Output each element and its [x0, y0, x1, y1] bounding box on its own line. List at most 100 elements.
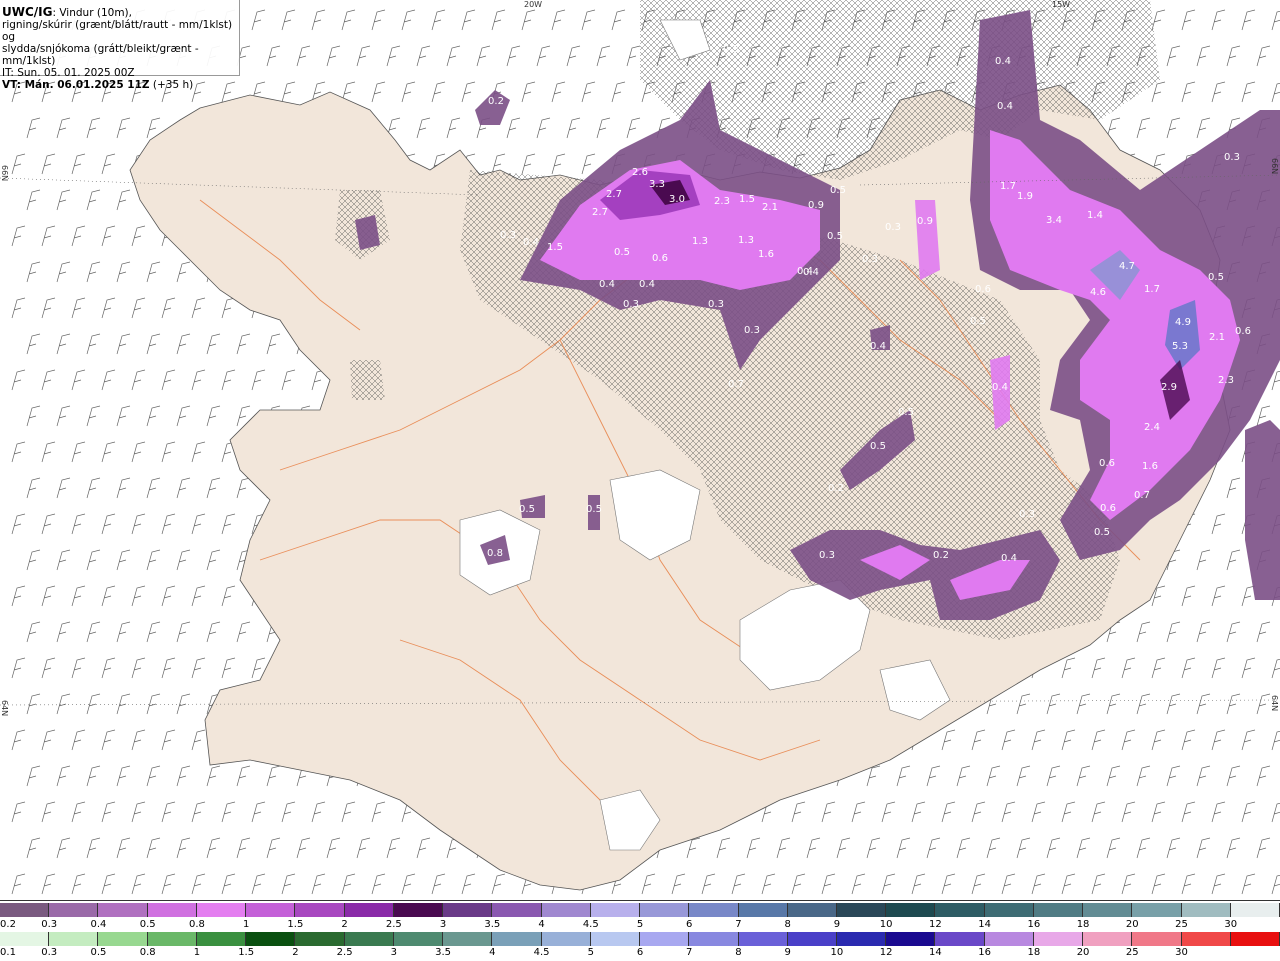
legend-tick-label: 0.5 [139, 919, 156, 930]
precip-value-label: 0.6 [1099, 458, 1115, 469]
rain-legend-bar [0, 932, 1280, 946]
grid-label-66n-left: 66N [0, 165, 9, 182]
title-line-3: slydda/snjókoma (grátt/bleikt/grænt - mm… [2, 43, 199, 67]
legend-swatch [295, 903, 345, 917]
precip-value-label: 2.6 [632, 167, 648, 178]
legend-tick-label: 0.1 [0, 947, 16, 958]
precip-value-label: 0.5 [870, 441, 886, 452]
legend-tick-label: 1.5 [287, 919, 304, 930]
legend-tick-label: 8 [735, 947, 742, 958]
precip-value-label: 0.4 [992, 382, 1008, 393]
precip-value-label: 2.3 [1218, 375, 1234, 386]
precip-value-label: 0.4 [997, 101, 1013, 112]
legend-tick-label: 0.3 [41, 947, 58, 958]
precip-value-label: 0.5 [519, 504, 535, 515]
legend-tick-label: 4 [489, 947, 496, 958]
precip-value-label: 0.4 [797, 266, 813, 277]
legend-swatch [492, 932, 542, 946]
precip-value-label: 4.7 [1119, 261, 1135, 272]
legend-tick-label: 8 [784, 919, 791, 930]
precip-value-label: 0.4 [870, 341, 886, 352]
legend-tick-label: 25 [1125, 947, 1139, 958]
legend-swatch [1230, 903, 1280, 917]
legend-tick-label: 5 [636, 919, 644, 930]
snow-legend-bar [0, 903, 1280, 917]
grid-label-66n-right: 66N [1270, 158, 1279, 175]
precip-value-label: 2.1 [762, 202, 778, 213]
precip-value-label: 0.3 [723, 44, 739, 55]
grid-label-15w: 15W [1052, 0, 1071, 9]
precip-value-label: 0.8 [487, 548, 503, 559]
precip-value-label: 2.3 [714, 196, 730, 207]
legend-swatch [886, 903, 936, 917]
legend-tick-label: 4 [538, 919, 545, 930]
precip-value-label: 1.7 [1000, 181, 1016, 192]
legend-swatch [443, 932, 493, 946]
precip-value-label: 4.9 [1175, 317, 1191, 328]
legend-swatch [1033, 903, 1084, 917]
precip-value-label: 1.3 [738, 235, 754, 246]
legend-tick-label: 0.4 [90, 919, 107, 930]
precip-value-label: 0.6 [1100, 503, 1116, 514]
legend-tick-label: 1 [193, 947, 201, 958]
legend-swatch [0, 932, 50, 946]
legend-tick-label: 3 [439, 919, 447, 930]
legend-swatch [98, 932, 148, 946]
precip-value-label: 1.7 [1144, 284, 1160, 295]
rain-legend-labels: 0.1 0.3 0.5 0.8 1 1.5 2 2.5 3 3.5 4 4.5 5 6 7 8 9 10 12 14 1… [0, 947, 1280, 959]
grid-label-64n-left: 64N [0, 700, 9, 717]
title-variable: : Vindur (10m), [52, 7, 132, 19]
precip-value-label: 0.2 [933, 550, 949, 561]
legend-swatch [640, 903, 690, 917]
precip-value-label: 1.4 [1087, 210, 1103, 221]
legend-swatch [590, 932, 641, 946]
legend-swatch [738, 932, 788, 946]
precip-value-label: 0.5 [586, 504, 602, 515]
legend-swatch [984, 932, 1034, 946]
precip-value-label: 2.4 [1144, 422, 1160, 433]
precip-value-label: 0.5 [827, 231, 843, 242]
precip-value-label: 0.5 [898, 407, 914, 418]
legend-swatch [246, 903, 296, 917]
legend-swatch [836, 932, 887, 946]
legend-tick-label: 18 [1027, 947, 1041, 958]
grid-label-64n-right: 64N [1270, 695, 1279, 712]
precip-value-label: 2.1 [1209, 332, 1225, 343]
precip-value-label: 0.5 [830, 185, 846, 196]
legend-tick-label: 7 [686, 947, 693, 958]
precip-value-label: 0.2 [488, 96, 504, 107]
legend-swatch [49, 932, 99, 946]
legend-tick-label: 1 [242, 919, 250, 930]
legend-tick-label: 10 [879, 919, 893, 930]
legend-tick-label: 2 [341, 919, 348, 930]
precip-value-label: 1.5 [739, 194, 755, 205]
valid-time-line: VT: Mán. 06.01.2025 11Z (+35 h) [2, 79, 239, 91]
legend-tick-label: 4.5 [533, 947, 550, 958]
precip-value-label: 3.3 [649, 179, 665, 190]
legend-tick-label: 0.2 [0, 919, 16, 930]
legend-swatch [787, 932, 837, 946]
precip-value-label: 4.6 [1090, 287, 1106, 298]
legend-tick-label: 3.5 [435, 947, 452, 958]
precip-value-label: 0.4 [523, 237, 539, 248]
legend-tick-label: 18 [1076, 919, 1090, 930]
legend-tick-label: 3.5 [484, 919, 501, 930]
precip-value-label: 0.4 [639, 279, 655, 290]
precip-value-label: 0.5 [1094, 527, 1110, 538]
legend-swatch [98, 903, 148, 917]
title-line-1: UWC/IG: Vindur (10m), [2, 6, 239, 19]
legend-tick-label: 12 [929, 919, 942, 930]
precip-value-label: 2.7 [606, 189, 622, 200]
legend-swatch [541, 903, 591, 917]
legend-swatch [196, 932, 247, 946]
legend-tick-label: 1.5 [238, 947, 255, 958]
precip-value-label: 0.3 [1019, 509, 1035, 520]
precip-value-label: 0.3 [708, 299, 724, 310]
title-line-2: rigning/skúrir (grænt/blátt/rautt - mm/1… [2, 19, 233, 43]
precip-value-label: 0.7 [1134, 490, 1150, 501]
precip-value-label: 0.5 [1208, 272, 1224, 283]
precip-value-label: 1.3 [692, 236, 708, 247]
legend-swatch [590, 903, 641, 917]
legend-tick-label: 9 [784, 947, 791, 958]
legend-swatch [147, 903, 197, 917]
